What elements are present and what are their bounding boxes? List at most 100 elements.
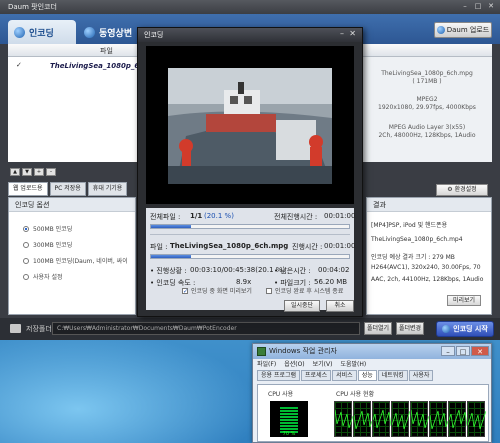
daum-upload-button[interactable]: Daum 업로드: [434, 22, 492, 38]
maximize-icon[interactable]: □: [473, 2, 483, 11]
status-label: • 진행상황 :: [150, 267, 187, 275]
pause-button[interactable]: 일시중단: [284, 300, 320, 312]
tm-close-icon[interactable]: ✕: [471, 346, 489, 356]
option-500mb[interactable]: 500MB 인코딩: [23, 224, 72, 233]
tab-web-upload[interactable]: 웹 업로드용: [8, 182, 48, 196]
info-filename: TheLivingSea_1080p_6ch.mpg: [381, 70, 473, 77]
menu-help[interactable]: 도움말(H): [340, 359, 366, 370]
encoding-dialog: 인코딩 – ✕ 전체파일 : 1/1 (20.1 %) 전체진행시간 : 00:…: [137, 27, 363, 317]
video-preview: [146, 46, 354, 204]
result-line: [MP4]PSP, iPod 및 핸드폰용: [371, 222, 448, 229]
menu-view[interactable]: 보기(V): [313, 359, 333, 370]
filesize-value: 56.20 MB: [314, 278, 348, 286]
change-folder-button[interactable]: 폴더변경: [396, 322, 424, 335]
close-icon[interactable]: ✕: [486, 2, 496, 11]
preview-button[interactable]: 미리보기: [447, 295, 481, 306]
total-progress-fill: [151, 225, 191, 228]
tm-minimize-icon[interactable]: –: [441, 346, 455, 356]
preview-while-encoding-checkbox[interactable]: ✓ 인코딩 중 화면 미리보기: [182, 286, 252, 295]
result-line: AAC, 2ch, 44100Hz, 128Kbps, 1Audio: [371, 276, 484, 283]
cpu-history-graph: [410, 401, 429, 437]
file-checkbox[interactable]: ✓: [16, 62, 23, 69]
total-time-value: 00:01:00: [324, 212, 356, 220]
file-time-value: 00:01:00: [324, 242, 356, 250]
shutdown-after-checkbox[interactable]: 인코딩 완료 후 시스템 종료: [266, 286, 343, 295]
dialog-title: 인코딩: [138, 28, 362, 42]
radio-icon: [23, 273, 29, 280]
cpu-percent: 70 %: [282, 431, 296, 437]
result-title: 결과: [367, 198, 491, 212]
add-button[interactable]: +: [34, 168, 44, 176]
save-path-field[interactable]: C:₩Users₩Administrator₩Documents₩Daum₩Po…: [52, 322, 360, 335]
upload-icon: [436, 26, 445, 34]
option-custom[interactable]: 사용자 설정: [23, 272, 63, 281]
file-label: 파일 :: [150, 243, 168, 251]
cpu-history-graph: [467, 401, 486, 437]
task-manager-title-bar: Windows 작업 관리자 – □ ✕: [253, 344, 491, 359]
tab-mobile[interactable]: 휴대 기기용: [87, 182, 128, 196]
cpu-usage-label: CPU 사용: [268, 391, 294, 398]
radio-icon: [23, 257, 29, 264]
dialog-minimize-icon[interactable]: –: [340, 29, 344, 38]
app-title: Daum 팟인코더: [8, 3, 57, 11]
task-manager-icon: [257, 347, 266, 356]
move-down-button[interactable]: ▼: [22, 168, 32, 176]
cpu-history-graph: [353, 401, 372, 437]
remaining-value: 00:04:02: [318, 266, 350, 274]
cpu-history-graph: [334, 401, 353, 437]
cpu-history-graph: [372, 401, 391, 437]
minimize-icon[interactable]: –: [460, 2, 470, 11]
cpu-usage-fill: [280, 407, 298, 433]
dialog-close-icon[interactable]: ✕: [349, 29, 356, 38]
move-up-button[interactable]: ▲: [10, 168, 20, 176]
tab-performance[interactable]: 성능: [357, 370, 377, 381]
result-line: 인코딩 예상 결과 크기 : 279 MB: [371, 254, 455, 261]
result-line: H264(AVC1), 320x240, 30.00Fps, 70: [371, 264, 481, 271]
tm-maximize-icon[interactable]: □: [456, 346, 470, 356]
tab-services[interactable]: 서비스: [332, 370, 357, 381]
options-title: 인코딩 옵션: [9, 198, 135, 212]
cpu-usage-meter: 70 %: [270, 401, 308, 437]
status-value: 00:03:10/00:45:38(20.1 %): [190, 266, 286, 274]
menu-options[interactable]: 옵션(O): [284, 359, 304, 370]
cpu-history-graph: [429, 401, 448, 437]
task-manager-title: Windows 작업 관리자: [269, 347, 337, 355]
menu-file[interactable]: 파일(F): [257, 359, 276, 370]
checkbox-icon: [266, 287, 272, 294]
convert-icon: [84, 26, 95, 38]
info-audio-spec: 2Ch, 48000Hz, 128Kbps, 1Audio: [378, 132, 476, 139]
tab-encoding[interactable]: 인코딩: [8, 20, 76, 44]
open-folder-button[interactable]: 폴더열기: [364, 322, 392, 335]
tab-networking[interactable]: 네트워킹: [377, 370, 408, 381]
column-file: 파일: [100, 47, 113, 55]
total-files-value: 1/1: [190, 212, 203, 220]
option-100mb[interactable]: 100MB 인코딩(Daum, 네이버, 싸이: [23, 256, 128, 265]
task-manager-window: Windows 작업 관리자 – □ ✕ 파일(F) 옵션(O) 보기(V) 도…: [252, 343, 492, 443]
tab-pc-save[interactable]: PC 저장용: [49, 182, 86, 196]
remaining-label: • 남은시간 :: [274, 267, 311, 275]
settings-button[interactable]: ⚙ 환경설정: [436, 184, 488, 196]
tab-processes[interactable]: 프로세스: [301, 370, 332, 381]
tab-users[interactable]: 사용자: [408, 370, 434, 381]
info-audio-codec: MPEG Audio Layer 3(x55): [388, 124, 466, 131]
checkbox-checked-icon: ✓: [182, 287, 189, 295]
start-encoding-button[interactable]: 인코딩 시작: [436, 321, 494, 337]
title-bar: Daum 팟인코더 – □ ✕: [0, 0, 500, 14]
radio-icon: [23, 225, 29, 232]
file-progress-bar: [150, 254, 350, 259]
list-controls: ▲ ▼ + –: [10, 168, 56, 176]
info-video-spec: 1920x1080, 29.97fps, 4000Kbps: [378, 104, 476, 111]
tab-applications[interactable]: 응용 프로그램: [257, 370, 301, 381]
cpu-history-graph: [391, 401, 410, 437]
cancel-button[interactable]: 취소: [326, 300, 354, 312]
file-time-label: 진행시간 :: [292, 243, 323, 251]
remove-button[interactable]: –: [46, 168, 56, 176]
info-video-codec: MPEG2: [416, 96, 438, 103]
performance-pane: CPU 사용 CPU 사용 현황 70 %: [257, 384, 489, 442]
task-manager-tabs: 응용 프로그램 프로세스 서비스 성능 네트워킹 사용자: [253, 370, 491, 382]
option-300mb[interactable]: 300MB 인코딩: [23, 240, 72, 249]
video-frame-image: [146, 46, 354, 204]
speed-value: 8.9x: [236, 278, 252, 286]
result-panel: 결과 [MP4]PSP, iPod 및 핸드폰용 TheLivingSea_10…: [366, 197, 492, 315]
task-manager-menu: 파일(F) 옵션(O) 보기(V) 도움말(H): [253, 359, 491, 370]
